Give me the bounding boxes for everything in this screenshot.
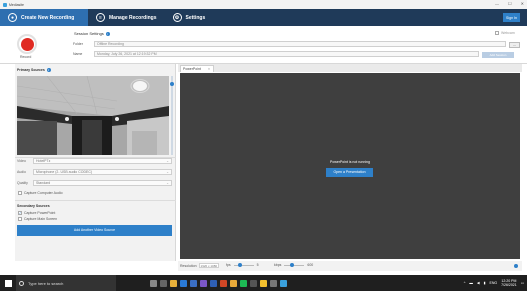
add-session-button[interactable]: Add Session xyxy=(482,52,514,58)
list-icon: ≡ xyxy=(96,13,105,22)
open-presentation-button[interactable]: Open a Presentation xyxy=(326,168,373,177)
record-icon xyxy=(20,37,34,51)
powerpoint-status: PowerPoint is not running xyxy=(330,160,370,164)
record-label: Record xyxy=(20,55,32,59)
slider-knob[interactable] xyxy=(290,263,295,267)
start-button[interactable] xyxy=(0,275,16,291)
folder-field[interactable]: Offline Recording xyxy=(94,41,506,47)
chevron-down-icon: ⌄ xyxy=(166,170,169,174)
secondary-sources-title: Secondary Sources xyxy=(17,204,50,208)
clock-icon[interactable] xyxy=(270,279,277,287)
video-preview xyxy=(17,76,169,155)
spotify-icon[interactable] xyxy=(240,279,247,287)
kbps-control: kbps 600 xyxy=(274,263,314,267)
close-icon[interactable]: × xyxy=(208,66,210,72)
audio-select[interactable]: Microphone (2- USB audio CODEC) ⌄ xyxy=(33,169,172,175)
settings-tab[interactable]: ⚙ Settings xyxy=(165,9,214,26)
main-nav: ● Create New Recording ≡ Manage Recordin… xyxy=(0,9,527,26)
file-explorer-icon[interactable] xyxy=(170,279,177,287)
primary-sources-title: Primary Sources i xyxy=(17,68,51,72)
source-tabs: PowerPoint × xyxy=(178,64,522,72)
window-titlebar: Mediasite — ☐ ✕ xyxy=(0,0,527,9)
notifications-icon[interactable]: ▭ xyxy=(521,281,524,285)
slider-knob[interactable] xyxy=(170,82,174,86)
zoom-slider[interactable] xyxy=(170,76,174,155)
name-label: Name xyxy=(73,52,83,56)
folder-browse-button[interactable]: ... xyxy=(509,42,520,48)
manage-recordings-tab[interactable]: ≡ Manage Recordings xyxy=(88,9,165,26)
primary-sources-panel: Primary Sources i Video HotelPTz ⌄ Audio… xyxy=(15,64,176,261)
kbps-slider[interactable] xyxy=(284,263,305,267)
resolution-control: Resolution 1920 x 1080 xyxy=(180,263,219,268)
mediasite-icon[interactable] xyxy=(280,279,287,287)
powerpoint-preview: PowerPoint is not running Open a Present… xyxy=(180,73,520,259)
maximize-button[interactable]: ☐ xyxy=(508,1,512,6)
webcam-checkbox[interactable]: Webcam xyxy=(495,31,515,35)
capture-audio-checkbox[interactable]: Capture Computer Audio xyxy=(18,191,63,195)
add-video-source-button[interactable]: Add Another Video Source xyxy=(17,225,172,236)
divider xyxy=(15,200,176,201)
taskbar-apps xyxy=(150,279,287,287)
folder-label: Folder xyxy=(73,42,83,46)
sign-in-button[interactable]: Sign In xyxy=(503,13,520,22)
windows-taskbar: Type here to search ^ ▬ ◀ ▮ ENG 12:20 PM… xyxy=(0,275,527,291)
quality-label: Quality xyxy=(17,181,28,185)
slider-knob[interactable] xyxy=(237,263,242,267)
close-button[interactable]: ✕ xyxy=(521,1,524,6)
resolution-select[interactable]: 1920 x 1080 xyxy=(198,263,219,268)
checkmark-icon: ✓ xyxy=(18,211,22,215)
tab-powerpoint[interactable]: PowerPoint × xyxy=(180,65,214,72)
chevron-down-icon: ⌄ xyxy=(166,159,169,163)
checkbox-icon xyxy=(18,191,22,195)
search-icon xyxy=(19,280,24,286)
task-view-icon[interactable] xyxy=(160,279,167,287)
session-settings-title: Session Settings i xyxy=(74,31,110,36)
record-button[interactable] xyxy=(17,34,37,54)
word-icon[interactable] xyxy=(210,279,217,287)
video-label: Video xyxy=(17,159,26,163)
clock[interactable]: 12:20 PM 7/26/2021 xyxy=(501,279,517,287)
capture-controls: Resolution 1920 x 1080 fps 5 kbps 600 xyxy=(178,261,522,271)
sticky-notes-icon[interactable] xyxy=(260,279,267,287)
microphone-icon[interactable] xyxy=(150,279,157,287)
network-icon[interactable]: ▬ xyxy=(469,281,473,285)
gear-icon: ⚙ xyxy=(172,13,182,22)
checkbox-icon xyxy=(18,217,22,221)
powerpoint-icon[interactable] xyxy=(220,279,227,287)
audio-label: Audio xyxy=(17,170,26,174)
quality-select[interactable]: Standard ⌄ xyxy=(33,180,172,186)
language-icon[interactable]: ENG xyxy=(490,281,498,285)
create-recording-tab[interactable]: ● Create New Recording xyxy=(0,9,88,26)
chevron-down-icon: ⌄ xyxy=(166,181,169,185)
fps-slider[interactable] xyxy=(233,263,254,267)
info-icon[interactable] xyxy=(514,264,518,268)
window-title: Mediasite xyxy=(9,2,24,7)
settings-icon[interactable] xyxy=(250,279,257,287)
taskbar-search[interactable]: Type here to search xyxy=(16,275,116,291)
camera-preview-image xyxy=(17,76,169,155)
video-select[interactable]: HotelPTz ⌄ xyxy=(33,158,172,164)
info-icon[interactable]: i xyxy=(46,68,51,72)
powerpoint-panel: PowerPoint × PowerPoint is not running Op… xyxy=(178,64,522,273)
store-icon[interactable] xyxy=(190,279,197,287)
minimize-button[interactable]: — xyxy=(495,1,499,6)
chevron-up-icon[interactable]: ^ xyxy=(464,281,466,285)
app-icon xyxy=(3,2,7,7)
checkbox-icon xyxy=(495,31,499,35)
capture-powerpoint-checkbox[interactable]: ✓ Capture PowerPoint xyxy=(18,211,55,215)
name-field[interactable]: Monday, July 26, 2021 at 12:19:32 PM xyxy=(94,51,479,57)
battery-icon[interactable]: ▮ xyxy=(484,281,486,285)
capture-main-screen-checkbox[interactable]: Capture Main Screen xyxy=(18,217,57,221)
teams-icon[interactable] xyxy=(200,279,207,287)
session-settings: Record Session Settings i Folder Offline … xyxy=(0,26,527,64)
volume-icon[interactable]: ◀ xyxy=(477,281,480,285)
camera-icon: ● xyxy=(8,13,17,22)
info-icon[interactable]: i xyxy=(105,32,110,36)
windows-icon xyxy=(4,279,12,287)
fps-control: fps 5 xyxy=(226,263,259,267)
system-tray: ^ ▬ ◀ ▮ ENG 12:20 PM 7/26/2021 ▭ xyxy=(464,275,524,291)
edge-icon[interactable] xyxy=(180,279,187,287)
chrome-icon[interactable] xyxy=(230,279,237,287)
